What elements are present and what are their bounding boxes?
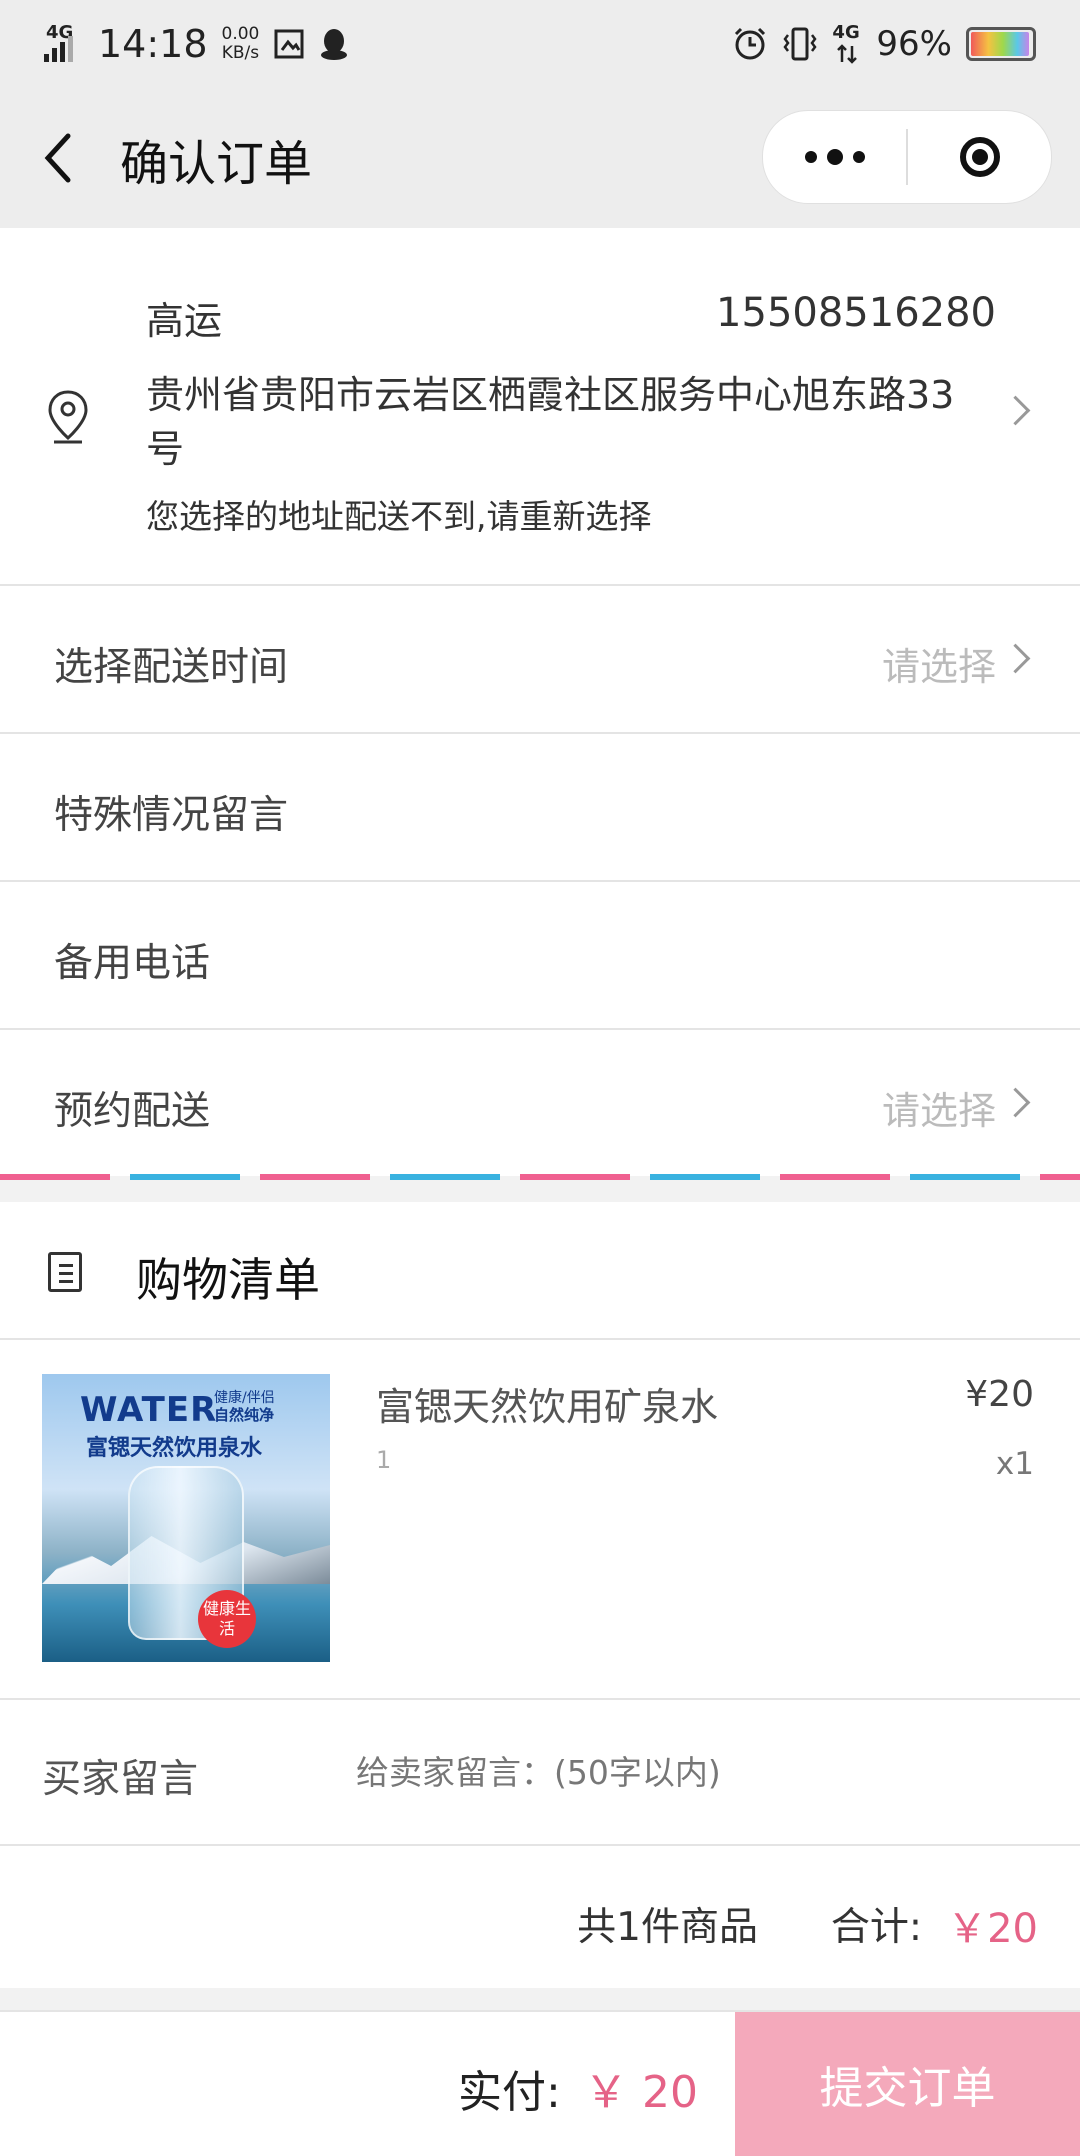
close-miniprogram-button[interactable]: [908, 111, 1051, 203]
network-speed: 0.00 KB/s: [221, 24, 260, 63]
product-quantity: x1: [995, 1446, 1034, 1482]
buyer-message-label: 买家留言: [42, 1757, 199, 1802]
page-title: 确认订单: [120, 136, 313, 192]
backup-phone-label: 备用电话: [54, 941, 211, 986]
total-amount: ￥20: [947, 1906, 1038, 1952]
list-icon: [48, 1252, 82, 1292]
vibrate-icon: [783, 27, 817, 61]
scheduled-delivery-row[interactable]: 预约配送 请选择: [0, 1030, 1080, 1176]
image-badge: 健康生活: [198, 1590, 256, 1648]
dot-icon: [804, 151, 817, 163]
submit-order-button[interactable]: 提交订单: [735, 2012, 1080, 2156]
target-icon: [959, 137, 1000, 177]
special-note-row[interactable]: 特殊情况留言: [0, 734, 1080, 882]
delivery-time-label: 选择配送时间: [54, 645, 289, 690]
image-headline: WATER: [80, 1390, 218, 1430]
pay-amount: ￥ 20: [584, 2067, 698, 2118]
product-spec: 1: [376, 1446, 392, 1474]
backup-phone-row[interactable]: 备用电话: [0, 882, 1080, 1030]
product-item[interactable]: WATER 健康/伴侣 自然纯净 富锶天然饮用泉水 健康生活 富锶天然饮用矿泉水…: [0, 1340, 1080, 1700]
chevron-right-icon: [1000, 643, 1031, 674]
miniprogram-capsule: [762, 110, 1052, 204]
cart-header: 购物清单: [0, 1202, 1080, 1340]
product-image[interactable]: WATER 健康/伴侣 自然纯净 富锶天然饮用泉水 健康生活: [42, 1374, 330, 1662]
address-warning: 您选择的地址配送不到,请重新选择: [146, 497, 652, 536]
buyer-message-row: 买家留言: [0, 1700, 1080, 1846]
clock: 14:18: [98, 22, 208, 66]
image-subtitle: 富锶天然饮用泉水: [86, 1436, 263, 1461]
pay-label: 实付:: [458, 2067, 561, 2118]
scheduled-delivery-label: 预约配送: [54, 1089, 211, 1134]
screenshot-icon: [274, 29, 304, 59]
buyer-message-input[interactable]: [356, 1740, 1036, 1804]
back-icon[interactable]: [36, 128, 84, 188]
signal-icon: 4G: [44, 22, 84, 66]
total-label: 合计:: [830, 1905, 922, 1950]
cart-title: 购物清单: [136, 1253, 320, 1307]
scheduled-delivery-hint: 请选择: [881, 1089, 996, 1133]
dot-icon: [826, 149, 843, 165]
alarm-icon: [735, 27, 766, 60]
status-bar: 4G 14:18 0.00 KB/s 4G 96%: [0, 0, 1080, 88]
address-line: 贵州省贵阳市云岩区栖霞社区服务中心旭东路33号: [146, 373, 955, 471]
chevron-right-icon: [1000, 395, 1031, 426]
checkout-bar: 实付: ￥ 20 提交订单: [0, 2010, 1080, 2156]
delivery-time-row[interactable]: 选择配送时间 请选择: [0, 586, 1080, 734]
special-note-label: 特殊情况留言: [54, 793, 289, 838]
product-price: ¥20: [965, 1374, 1034, 1415]
recipient-phone: 15508516280: [716, 290, 996, 336]
recipient-name: 高运: [146, 299, 223, 343]
mobile-data-icon: 4G: [832, 22, 862, 66]
location-pin-icon: [48, 390, 88, 444]
address-card[interactable]: 高运 15508516280 贵州省贵阳市云岩区栖霞社区服务中心旭东路33号 您…: [0, 228, 1080, 586]
product-name: 富锶天然饮用矿泉水: [376, 1385, 719, 1429]
nav-bar: 确认订单: [0, 88, 1080, 228]
image-tags: 健康/伴侣 自然纯净: [214, 1390, 275, 1424]
qq-icon: [321, 29, 348, 60]
order-summary: 共1件商品 合计: ￥20: [0, 1846, 1080, 1988]
item-count: 共1件商品: [577, 1905, 758, 1950]
more-options-button[interactable]: [763, 111, 906, 203]
chevron-right-icon: [1000, 1087, 1031, 1118]
dot-icon: [852, 151, 865, 163]
battery-percent: 96%: [876, 24, 952, 64]
envelope-stripe-divider: [0, 1174, 1080, 1180]
delivery-time-hint: 请选择: [881, 645, 996, 689]
battery-icon: [966, 27, 1036, 61]
